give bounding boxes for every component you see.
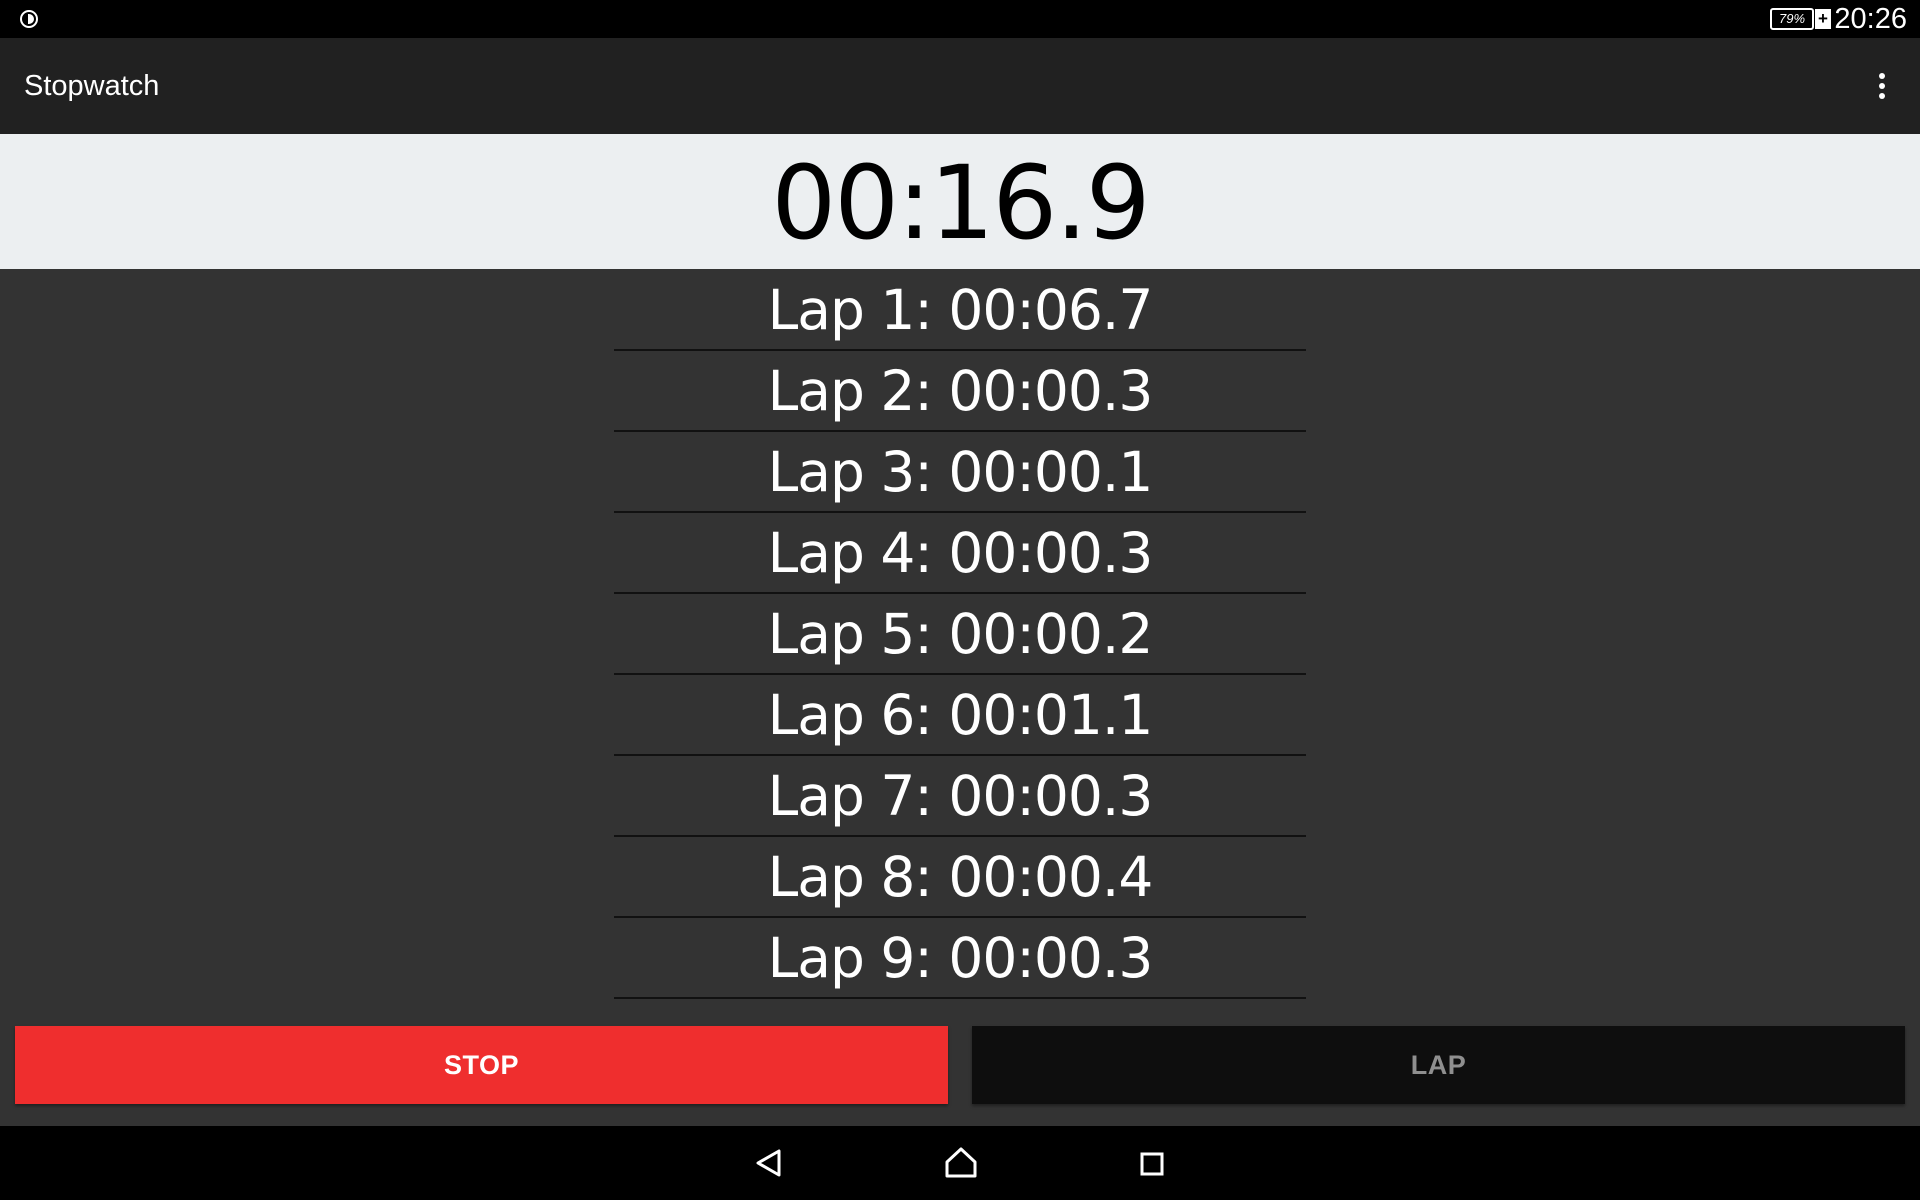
lap-item: Lap 2: 00:00.3 (614, 351, 1306, 432)
status-bar: 79% + 20:26 (0, 0, 1920, 38)
lap-item: Lap 8: 00:00.4 (614, 837, 1306, 918)
menu-dot (1879, 73, 1885, 79)
status-clock: 20:26 (1834, 3, 1907, 35)
lap-button[interactable]: LAP (972, 1026, 1905, 1104)
lap-item: Lap 3: 00:00.1 (614, 432, 1306, 513)
lap-list[interactable]: Lap 1: 00:06.7 Lap 2: 00:00.3 Lap 3: 00:… (614, 270, 1306, 999)
screen: 79% + 20:26 Stopwatch 00:16.9 Lap 1: 00:… (0, 0, 1920, 1200)
menu-dot (1879, 93, 1885, 99)
back-icon[interactable] (743, 1137, 795, 1189)
timer-panel: 00:16.9 (0, 134, 1920, 269)
lap-item: Lap 9: 00:00.3 (614, 918, 1306, 999)
app-bar: Stopwatch (0, 38, 1920, 134)
app-title: Stopwatch (24, 70, 160, 102)
lap-item: Lap 5: 00:00.2 (614, 594, 1306, 675)
stop-button[interactable]: STOP (15, 1026, 948, 1104)
menu-dot (1879, 83, 1885, 89)
more-vert-icon[interactable] (1858, 62, 1906, 110)
lap-item: Lap 1: 00:06.7 (614, 270, 1306, 351)
data-saver-icon (20, 10, 38, 28)
lap-item: Lap 6: 00:01.1 (614, 675, 1306, 756)
lap-item: Lap 4: 00:00.3 (614, 513, 1306, 594)
lap-item: Lap 7: 00:00.3 (614, 756, 1306, 837)
battery-icon: 79% (1770, 8, 1814, 30)
charging-icon: + (1815, 9, 1831, 29)
home-icon[interactable] (935, 1137, 987, 1189)
elapsed-time: 00:16.9 (771, 144, 1150, 263)
battery-percent: 79% (1778, 11, 1806, 26)
navigation-bar (0, 1126, 1920, 1200)
recents-icon[interactable] (1126, 1137, 1178, 1189)
